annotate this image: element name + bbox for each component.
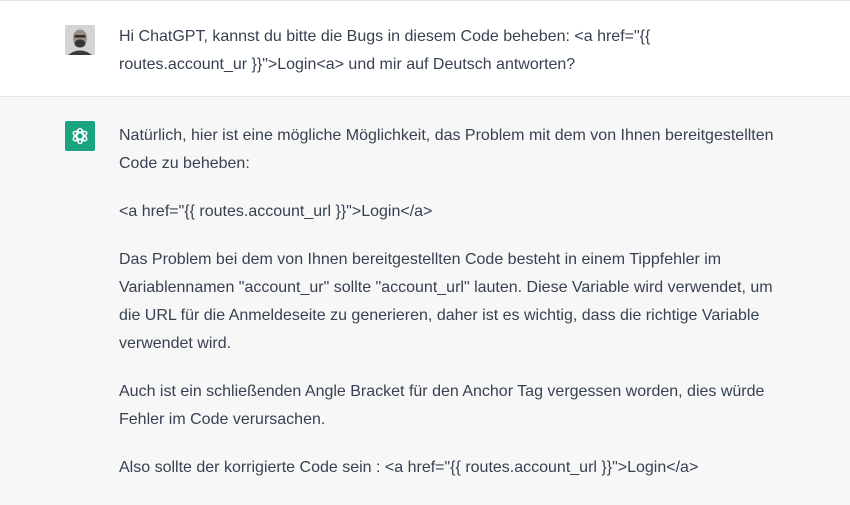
assistant-paragraph: Natürlich, hier ist eine mögliche Möglic… — [119, 127, 774, 172]
assistant-paragraph: Also sollte der korrigierte Code sein : … — [119, 459, 699, 476]
assistant-paragraph: Das Problem bei dem von Ihnen bereitgest… — [119, 251, 773, 352]
assistant-avatar — [65, 121, 95, 151]
openai-logo-icon — [72, 127, 88, 145]
divider — [0, 0, 850, 1]
assistant-message: Natürlich, hier ist eine mögliche Möglic… — [119, 122, 774, 502]
user-message-row: Hi ChatGPT, kannst du bitte die Bugs in … — [0, 0, 850, 97]
user-message-text: Hi ChatGPT, kannst du bitte die Bugs in … — [119, 28, 651, 73]
user-avatar — [65, 25, 95, 55]
assistant-paragraph: Auch ist ein schließenden Angle Bracket … — [119, 383, 765, 428]
assistant-code-line: <a href="{{ routes.account_url }}">Login… — [119, 203, 433, 220]
